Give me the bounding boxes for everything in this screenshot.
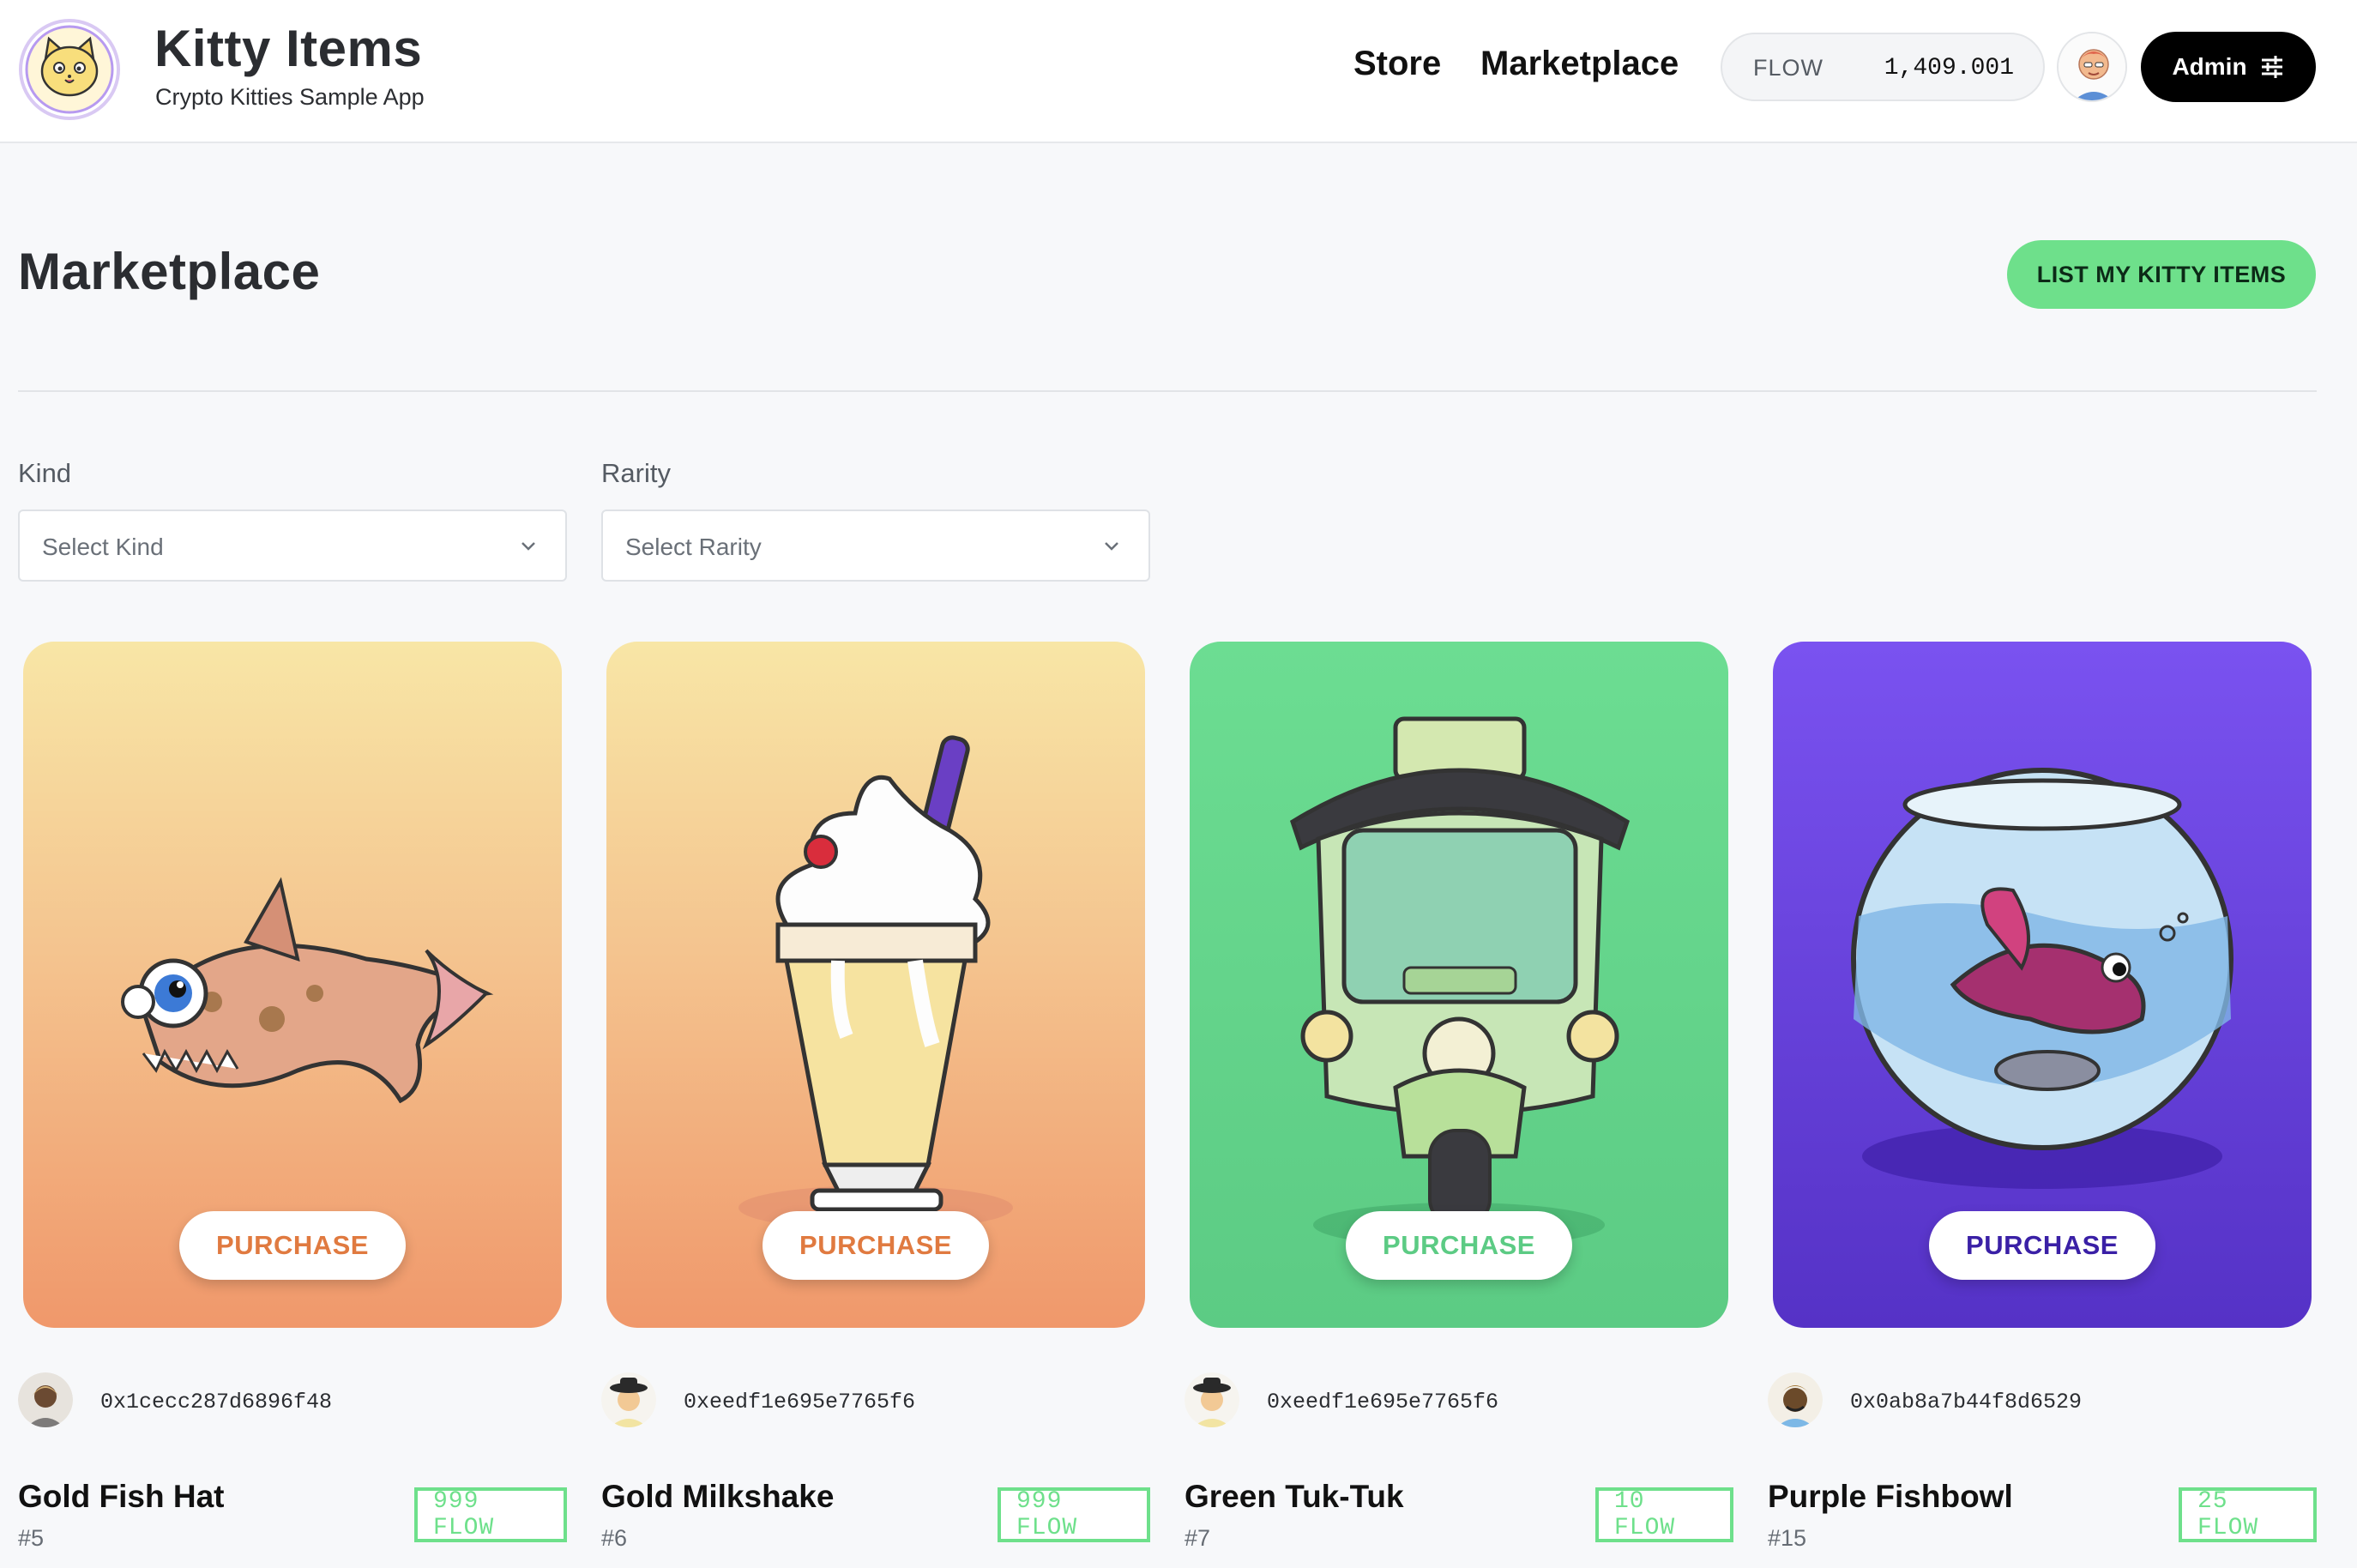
rarity-select-value: Select Rarity: [625, 534, 762, 560]
rarity-filter-label: Rarity: [601, 458, 671, 488]
user-avatar-icon: [2059, 33, 2125, 100]
kind-select[interactable]: Select Kind: [18, 510, 567, 582]
purchase-button[interactable]: PURCHASE: [763, 1211, 989, 1280]
owner-address[interactable]: 0xeedf1e695e7765f6: [1267, 1390, 1498, 1414]
nav-store-link[interactable]: Store: [1353, 45, 1441, 83]
balance-currency: FLOW: [1753, 55, 1824, 81]
owner-avatar-icon: [1768, 1372, 1823, 1427]
kind-filter-label: Kind: [18, 458, 72, 488]
item-name: Purple Fishbowl: [1768, 1479, 2013, 1514]
purchase-button[interactable]: PURCHASE: [1346, 1211, 1572, 1280]
nav-marketplace-link[interactable]: Marketplace: [1480, 45, 1679, 83]
price-tag: 999 FLOW: [414, 1487, 567, 1542]
item-name: Gold Fish Hat: [18, 1479, 225, 1514]
app-subtitle: Crypto Kitties Sample App: [155, 84, 425, 110]
rarity-select[interactable]: Select Rarity: [601, 510, 1150, 582]
item-id: #5: [18, 1525, 45, 1551]
balance-amount: 1,409.001: [1884, 55, 2014, 81]
item-card-image[interactable]: PURCHASE: [23, 642, 562, 1328]
purchase-button[interactable]: PURCHASE: [1929, 1211, 2155, 1280]
app-header: Kitty Items Crypto Kitties Sample App St…: [0, 0, 2357, 143]
page-title: Marketplace: [18, 243, 321, 300]
chevron-down-icon: [521, 542, 535, 551]
price-tag: 10 FLOW: [1595, 1487, 1733, 1542]
kitty-logo-icon[interactable]: [18, 18, 121, 121]
item-card-image[interactable]: PURCHASE: [1773, 642, 2312, 1328]
item-name: Green Tuk-Tuk: [1185, 1479, 1404, 1514]
owner-avatar-icon: [1185, 1372, 1239, 1427]
price-tag: 25 FLOW: [2179, 1487, 2317, 1542]
admin-label: Admin: [2172, 53, 2247, 80]
item-id: #7: [1185, 1525, 1211, 1551]
owner-avatar-icon: [601, 1372, 656, 1427]
chevron-down-icon: [1105, 542, 1118, 551]
item-name: Gold Milkshake: [601, 1479, 835, 1514]
price-tag: 999 FLOW: [998, 1487, 1150, 1542]
admin-button[interactable]: Admin: [2141, 32, 2316, 102]
item-id: #6: [601, 1525, 628, 1551]
owner-avatar-icon: [18, 1372, 73, 1427]
flow-balance: FLOW 1,409.001: [1721, 33, 2045, 101]
owner-address[interactable]: 0x1cecc287d6896f48: [100, 1390, 332, 1414]
owner-address[interactable]: 0x0ab8a7b44f8d6529: [1850, 1390, 2082, 1414]
divider: [18, 390, 2317, 392]
owner-address[interactable]: 0xeedf1e695e7765f6: [684, 1390, 915, 1414]
owner-avatar[interactable]: [1768, 1372, 1823, 1427]
app-title: Kitty Items: [154, 20, 423, 77]
item-card-image[interactable]: PURCHASE: [1190, 642, 1728, 1328]
kind-select-value: Select Kind: [42, 534, 164, 560]
owner-avatar[interactable]: [601, 1372, 656, 1427]
sliders-icon: [2261, 56, 2282, 78]
list-my-kitty-items-button[interactable]: LIST MY KITTY ITEMS: [2007, 240, 2316, 309]
item-card-image[interactable]: PURCHASE: [606, 642, 1145, 1328]
owner-avatar[interactable]: [1185, 1372, 1239, 1427]
purchase-button[interactable]: PURCHASE: [179, 1211, 406, 1280]
item-id: #15: [1768, 1525, 1807, 1551]
owner-avatar[interactable]: [18, 1372, 73, 1427]
user-avatar[interactable]: [2057, 32, 2127, 102]
